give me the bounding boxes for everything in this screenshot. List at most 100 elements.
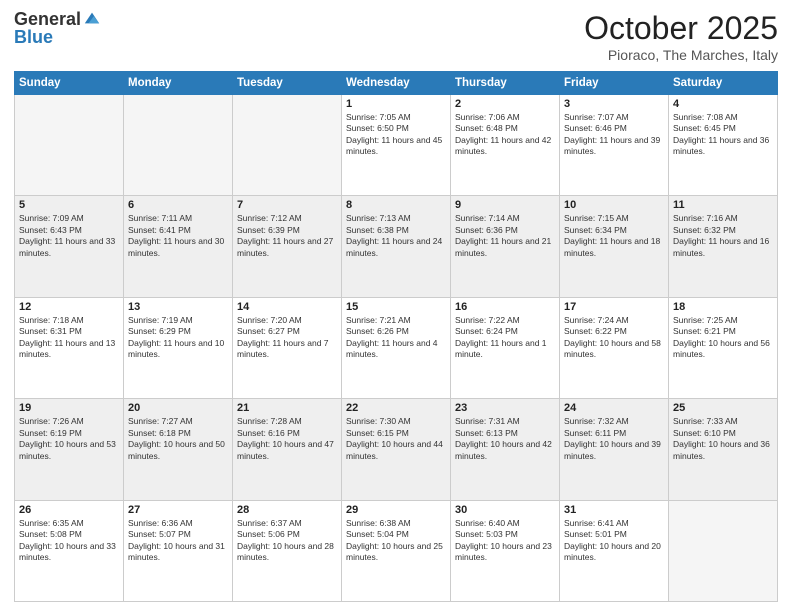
day-info: Sunrise: 7:08 AMSunset: 6:45 PMDaylight:… [673, 112, 773, 158]
day-info: Sunrise: 7:11 AMSunset: 6:41 PMDaylight:… [128, 213, 228, 259]
day-number: 10 [564, 199, 664, 211]
header-friday: Friday [560, 72, 669, 95]
day-number: 19 [19, 402, 119, 414]
table-row: 2Sunrise: 7:06 AMSunset: 6:48 PMDaylight… [451, 95, 560, 196]
calendar-week-row: 5 Sunrise: 7:09 AMSunset: 6:43 PMDaylight… [15, 196, 778, 297]
header-wednesday: Wednesday [342, 72, 451, 95]
day-number: 11 [673, 199, 773, 211]
day-number: 29 [346, 504, 446, 516]
calendar-week-row: 19 Sunrise: 7:26 AMSunset: 6:19 PMDayligh… [15, 399, 778, 500]
logo: General Blue [14, 10, 101, 46]
day-number: 7 [237, 199, 337, 211]
day-number: 21 [237, 402, 337, 414]
header: General Blue October 2025 Pioraco, The M… [14, 10, 778, 63]
table-row: 27 Sunrise: 6:36 AMSunset: 5:07 PMDayligh… [124, 500, 233, 601]
table-row: 10Sunrise: 7:15 AMSunset: 6:34 PMDayligh… [560, 196, 669, 297]
day-number: 31 [564, 504, 664, 516]
calendar-week-row: 12Sunrise: 7:18 AMSunset: 6:31 PMDayligh… [15, 297, 778, 398]
day-number: 22 [346, 402, 446, 414]
day-number: 23 [455, 402, 555, 414]
table-row: 19 Sunrise: 7:26 AMSunset: 6:19 PMDayligh… [15, 399, 124, 500]
day-info: Sunrise: 6:41 AMSunset: 5:01 PMDaylight:… [564, 518, 664, 564]
day-info: Sunrise: 6:37 AMSunset: 5:06 PMDaylight:… [237, 518, 337, 564]
day-number: 27 [128, 504, 228, 516]
day-number: 5 [19, 199, 119, 211]
table-row [233, 95, 342, 196]
table-row: 31 Sunrise: 6:41 AMSunset: 5:01 PMDayligh… [560, 500, 669, 601]
day-info: Sunrise: 7:16 AMSunset: 6:32 PMDaylight:… [673, 213, 773, 259]
table-row: 22 Sunrise: 7:30 AMSunset: 6:15 PMDayligh… [342, 399, 451, 500]
day-number: 8 [346, 199, 446, 211]
table-row: 14Sunrise: 7:20 AMSunset: 6:27 PMDayligh… [233, 297, 342, 398]
logo-blue: Blue [14, 28, 101, 46]
day-number: 24 [564, 402, 664, 414]
table-row: 15 Sunrise: 7:21 AMSunset: 6:26 PMDayligh… [342, 297, 451, 398]
day-number: 15 [346, 301, 446, 313]
day-info: Sunrise: 6:35 AMSunset: 5:08 PMDaylight:… [19, 518, 119, 564]
table-row: 25Sunrise: 7:33 AMSunset: 6:10 PMDayligh… [669, 399, 778, 500]
table-row: 16 Sunrise: 7:22 AMSunset: 6:24 PMDayligh… [451, 297, 560, 398]
header-saturday: Saturday [669, 72, 778, 95]
day-number: 3 [564, 98, 664, 110]
day-number: 2 [455, 98, 555, 110]
table-row: 1 Sunrise: 7:05 AMSunset: 6:50 PMDaylight… [342, 95, 451, 196]
day-number: 25 [673, 402, 773, 414]
table-row: 23Sunrise: 7:31 AMSunset: 6:13 PMDayligh… [451, 399, 560, 500]
header-monday: Monday [124, 72, 233, 95]
calendar-title: October 2025 [584, 10, 778, 47]
table-row: 7 Sunrise: 7:12 AMSunset: 6:39 PMDaylight… [233, 196, 342, 297]
day-number: 30 [455, 504, 555, 516]
day-info: Sunrise: 6:40 AMSunset: 5:03 PMDaylight:… [455, 518, 555, 564]
day-info: Sunrise: 6:36 AMSunset: 5:07 PMDaylight:… [128, 518, 228, 564]
table-row: 21Sunrise: 7:28 AMSunset: 6:16 PMDayligh… [233, 399, 342, 500]
table-row: 28Sunrise: 6:37 AMSunset: 5:06 PMDayligh… [233, 500, 342, 601]
day-info: Sunrise: 7:05 AMSunset: 6:50 PMDaylight:… [346, 112, 446, 158]
table-row: 24 Sunrise: 7:32 AMSunset: 6:11 PMDayligh… [560, 399, 669, 500]
calendar-week-row: 1 Sunrise: 7:05 AMSunset: 6:50 PMDaylight… [15, 95, 778, 196]
table-row: 13Sunrise: 7:19 AMSunset: 6:29 PMDayligh… [124, 297, 233, 398]
calendar-table: Sunday Monday Tuesday Wednesday Thursday… [14, 71, 778, 602]
table-row: 12Sunrise: 7:18 AMSunset: 6:31 PMDayligh… [15, 297, 124, 398]
day-number: 18 [673, 301, 773, 313]
day-info: Sunrise: 7:30 AMSunset: 6:15 PMDaylight:… [346, 416, 446, 462]
day-info: Sunrise: 7:09 AMSunset: 6:43 PMDaylight:… [19, 213, 119, 259]
table-row: 30 Sunrise: 6:40 AMSunset: 5:03 PMDayligh… [451, 500, 560, 601]
day-info: Sunrise: 7:12 AMSunset: 6:39 PMDaylight:… [237, 213, 337, 259]
day-info: Sunrise: 7:21 AMSunset: 6:26 PMDaylight:… [346, 315, 446, 361]
day-number: 1 [346, 98, 446, 110]
table-row: 8 Sunrise: 7:13 AMSunset: 6:38 PMDaylight… [342, 196, 451, 297]
header-tuesday: Tuesday [233, 72, 342, 95]
day-info: Sunrise: 7:32 AMSunset: 6:11 PMDaylight:… [564, 416, 664, 462]
day-info: Sunrise: 6:38 AMSunset: 5:04 PMDaylight:… [346, 518, 446, 564]
header-sunday: Sunday [15, 72, 124, 95]
table-row: 26 Sunrise: 6:35 AMSunset: 5:08 PMDayligh… [15, 500, 124, 601]
day-number: 6 [128, 199, 228, 211]
table-row: 3Sunrise: 7:07 AMSunset: 6:46 PMDaylight… [560, 95, 669, 196]
day-number: 9 [455, 199, 555, 211]
table-row [15, 95, 124, 196]
table-row: 11 Sunrise: 7:16 AMSunset: 6:32 PMDayligh… [669, 196, 778, 297]
day-info: Sunrise: 7:13 AMSunset: 6:38 PMDaylight:… [346, 213, 446, 259]
table-row: 20Sunrise: 7:27 AMSunset: 6:18 PMDayligh… [124, 399, 233, 500]
calendar-week-row: 26 Sunrise: 6:35 AMSunset: 5:08 PMDayligh… [15, 500, 778, 601]
day-number: 20 [128, 402, 228, 414]
day-number: 16 [455, 301, 555, 313]
title-section: October 2025 Pioraco, The Marches, Italy [584, 10, 778, 63]
day-number: 17 [564, 301, 664, 313]
page: General Blue October 2025 Pioraco, The M… [0, 0, 792, 612]
table-row [669, 500, 778, 601]
day-info: Sunrise: 7:14 AMSunset: 6:36 PMDaylight:… [455, 213, 555, 259]
day-info: Sunrise: 7:19 AMSunset: 6:29 PMDaylight:… [128, 315, 228, 361]
day-info: Sunrise: 7:22 AMSunset: 6:24 PMDaylight:… [455, 315, 555, 361]
calendar-subtitle: Pioraco, The Marches, Italy [584, 47, 778, 63]
table-row: 9 Sunrise: 7:14 AMSunset: 6:36 PMDaylight… [451, 196, 560, 297]
table-row: 29 Sunrise: 6:38 AMSunset: 5:04 PMDayligh… [342, 500, 451, 601]
logo-text: General Blue [14, 10, 101, 46]
day-number: 12 [19, 301, 119, 313]
day-number: 26 [19, 504, 119, 516]
day-info: Sunrise: 7:20 AMSunset: 6:27 PMDaylight:… [237, 315, 337, 361]
table-row: 5 Sunrise: 7:09 AMSunset: 6:43 PMDaylight… [15, 196, 124, 297]
day-info: Sunrise: 7:26 AMSunset: 6:19 PMDaylight:… [19, 416, 119, 462]
logo-icon [83, 9, 101, 27]
table-row: 4Sunrise: 7:08 AMSunset: 6:45 PMDaylight… [669, 95, 778, 196]
